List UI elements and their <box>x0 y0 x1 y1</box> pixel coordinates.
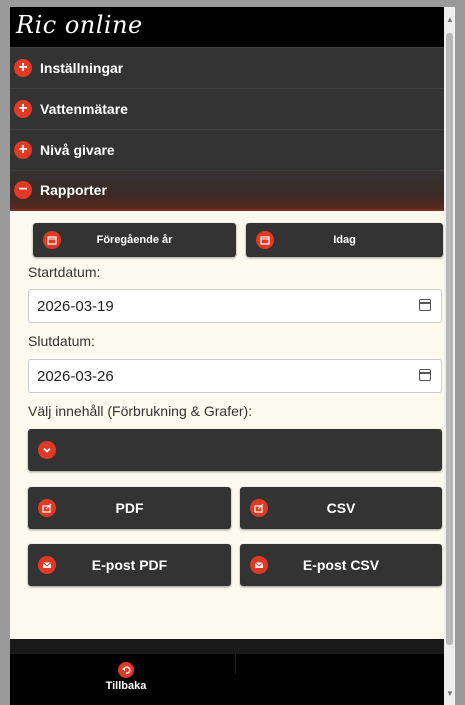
start-date-field[interactable]: 2026-03-19 <box>28 289 442 323</box>
email-pdf-label: E-post PDF <box>91 557 168 573</box>
envelope-icon <box>250 556 268 574</box>
accordion-item-reports[interactable]: − Rapporter <box>10 170 454 211</box>
scroll-down-icon[interactable]: ▼ <box>446 689 454 698</box>
accordion-item-settings[interactable]: + Inställningar <box>10 47 454 88</box>
content-select-label: Välj innehåll (Förbrukning & Grafer): <box>28 403 253 419</box>
email-csv-label: E-post CSV <box>302 557 380 573</box>
plus-icon: + <box>14 59 32 77</box>
start-date-label: Startdatum: <box>28 264 101 280</box>
csv-label: CSV <box>326 500 356 516</box>
footer-divider <box>235 654 236 674</box>
app-logo: Ric online <box>16 11 143 39</box>
accordion-label: Inställningar <box>40 60 124 76</box>
chevron-down-icon <box>38 441 56 459</box>
accordion-label: Nivå givare <box>40 142 115 158</box>
calendar-icon[interactable] <box>419 299 431 311</box>
content-select-dropdown[interactable] <box>28 429 442 471</box>
pdf-button[interactable]: PDF <box>28 487 231 529</box>
accordion-label: Rapporter <box>40 182 107 198</box>
calendar-icon <box>256 231 274 249</box>
envelope-icon <box>38 556 56 574</box>
end-date-field[interactable]: 2026-03-26 <box>28 359 442 393</box>
previous-year-label: Föregående år <box>96 234 173 246</box>
scrollbar-thumb[interactable] <box>446 33 453 645</box>
previous-year-button[interactable]: Föregående år <box>33 223 236 257</box>
today-label: Idag <box>333 234 356 246</box>
back-arrow-icon <box>118 662 134 678</box>
accordion-item-water-meter[interactable]: + Vattenmätare <box>10 88 454 129</box>
plus-icon: + <box>14 141 32 159</box>
pdf-label: PDF <box>115 500 144 516</box>
scroll-up-icon[interactable]: ▲ <box>446 15 454 24</box>
plus-icon: + <box>14 100 32 118</box>
minus-icon: − <box>14 181 32 199</box>
title-bar: Ric online <box>10 7 454 47</box>
today-button[interactable]: Idag <box>246 223 443 257</box>
calendar-icon[interactable] <box>419 369 431 381</box>
reports-panel: Föregående år Idag Startdatum: 2026-03-1… <box>10 211 454 639</box>
end-date-label: Slutdatum: <box>28 333 95 349</box>
share-icon <box>250 499 268 517</box>
share-icon <box>38 499 56 517</box>
back-button[interactable]: Tillbaka <box>86 662 166 692</box>
accordion-item-level-sensor[interactable]: + Nivå givare <box>10 129 454 170</box>
app-window: Ric online + Inställningar + Vattenmätar… <box>10 7 454 705</box>
calendar-icon <box>43 231 61 249</box>
back-label: Tillbaka <box>105 680 147 692</box>
accordion-label: Vattenmätare <box>40 101 128 117</box>
footer-bar: Tillbaka <box>10 654 454 705</box>
scrollbar[interactable]: ▲ ▼ <box>444 7 455 705</box>
email-pdf-button[interactable]: E-post PDF <box>28 544 231 586</box>
csv-button[interactable]: CSV <box>240 487 442 529</box>
start-date-value: 2026-03-19 <box>37 297 114 315</box>
end-date-value: 2026-03-26 <box>37 367 114 385</box>
email-csv-button[interactable]: E-post CSV <box>240 544 442 586</box>
